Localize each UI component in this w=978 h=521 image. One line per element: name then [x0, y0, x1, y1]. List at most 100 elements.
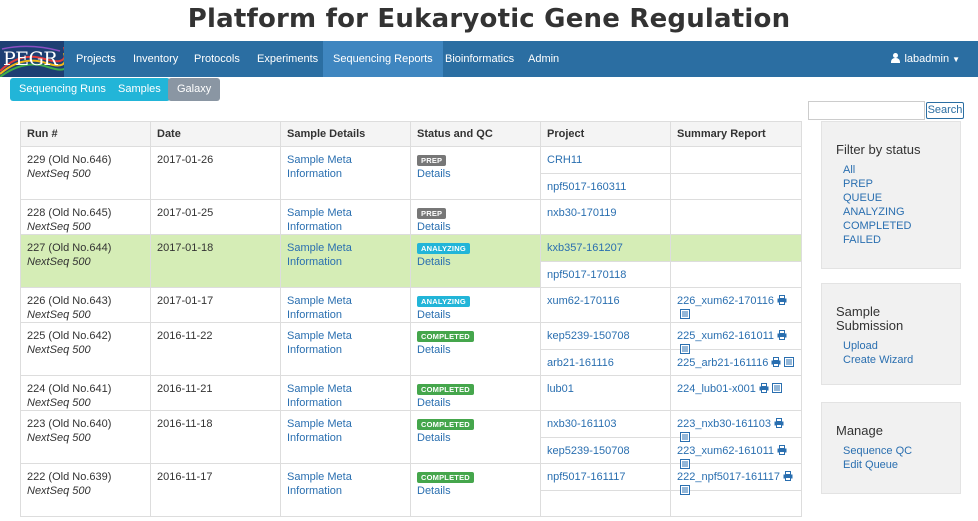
project-link[interactable]: CRH11: [547, 154, 582, 166]
header-run[interactable]: Run #: [20, 121, 151, 147]
project-link[interactable]: xum62-170116: [547, 295, 620, 307]
report-icon[interactable]: [784, 357, 795, 367]
project-link[interactable]: npf5017-160311: [547, 181, 626, 193]
search-button[interactable]: Search: [926, 102, 964, 119]
project-link[interactable]: kep5239-150708: [547, 445, 630, 457]
status-cell: COMPLETED Details: [410, 410, 541, 464]
report-icon[interactable]: [680, 485, 690, 495]
run-number: 227 (Old No.644): [27, 242, 112, 254]
project-link[interactable]: kep5239-150708: [547, 330, 630, 342]
sample-meta-link[interactable]: Sample Meta Information: [287, 207, 352, 233]
printer-icon[interactable]: [759, 383, 769, 393]
project-link[interactable]: npf5017-170118: [547, 269, 626, 281]
summary-report-link[interactable]: 223_xum62-161011: [677, 445, 774, 457]
qc-details-link[interactable]: Details: [417, 485, 451, 497]
summary-report-cell: [670, 199, 802, 235]
project-link[interactable]: arb21-161116: [547, 357, 614, 369]
filter-all[interactable]: All: [836, 163, 946, 177]
header-summary-report[interactable]: Summary Report: [670, 121, 802, 147]
report-icon[interactable]: [680, 309, 690, 319]
edit-queue-link[interactable]: Edit Queue: [836, 458, 946, 472]
nav-inventory[interactable]: Inventory: [123, 41, 188, 77]
nav-bioinformatics[interactable]: Bioinformatics: [435, 41, 524, 77]
project-link[interactable]: nxb30-170119: [547, 207, 617, 219]
qc-details-link[interactable]: Details: [417, 256, 451, 268]
manage-panel: Manage Sequence QC Edit Queue: [821, 402, 961, 494]
sample-meta-link[interactable]: Sample Meta Information: [287, 418, 352, 444]
create-wizard-link[interactable]: Create Wizard: [836, 353, 946, 367]
sample-meta-link[interactable]: Sample Meta Information: [287, 242, 352, 268]
user-menu[interactable]: labadmin ▼: [891, 41, 960, 77]
project-cell-line: [541, 490, 670, 516]
project-cell-line: xum62-170116: [541, 288, 670, 314]
upload-link[interactable]: Upload: [836, 339, 946, 353]
header-status-qc[interactable]: Status and QC: [410, 121, 541, 147]
project-link[interactable]: kxb357-161207: [547, 242, 623, 254]
report-icon[interactable]: [680, 459, 690, 469]
printer-icon[interactable]: [783, 471, 793, 481]
sequence-qc-link[interactable]: Sequence QC: [836, 444, 946, 458]
qc-details-link[interactable]: Details: [417, 168, 451, 180]
printer-icon[interactable]: [771, 357, 781, 367]
run-cell: 225 (Old No.642) NextSeq 500: [20, 322, 151, 376]
nav-admin[interactable]: Admin: [518, 41, 569, 77]
filter-failed[interactable]: FAILED: [836, 233, 946, 247]
summary-report-link[interactable]: 226_xum62-170116: [677, 295, 774, 307]
qc-details-link[interactable]: Details: [417, 309, 451, 321]
subtab-sequencing-runs[interactable]: Sequencing Runs: [10, 78, 115, 101]
summary-report-link[interactable]: 222_npf5017-161117: [677, 471, 780, 483]
sample-meta-link[interactable]: Sample Meta Information: [287, 295, 352, 321]
summary-report-link[interactable]: 225_arb21-161116: [677, 357, 768, 369]
run-number: 228 (Old No.645): [27, 207, 112, 219]
status-cell: COMPLETED Details: [410, 375, 541, 411]
qc-details-link[interactable]: Details: [417, 221, 451, 233]
printer-icon[interactable]: [777, 330, 787, 340]
qc-details-link[interactable]: Details: [417, 432, 451, 444]
sample-meta-link[interactable]: Sample Meta Information: [287, 471, 352, 497]
pegr-logo[interactable]: PEGR: [0, 41, 64, 77]
table-row: 229 (Old No.646) NextSeq 500 2017-01-26 Sam…: [20, 146, 802, 200]
printer-icon[interactable]: [777, 295, 787, 305]
printer-icon[interactable]: [774, 418, 784, 428]
summary-report-link[interactable]: 224_lub01-x001: [677, 383, 756, 395]
nav-projects[interactable]: Projects: [66, 41, 126, 77]
run-number: 229 (Old No.646): [27, 154, 112, 166]
filter-completed[interactable]: COMPLETED: [836, 219, 946, 233]
filter-queue[interactable]: QUEUE: [836, 191, 946, 205]
nav-sequencing-reports[interactable]: Sequencing Reports: [323, 41, 443, 77]
summary-report-cell: 222_npf5017-161117: [670, 463, 802, 517]
sample-meta-link[interactable]: Sample Meta Information: [287, 383, 352, 409]
qc-details-link[interactable]: Details: [417, 344, 451, 356]
summary-report-link[interactable]: 223_nxb30-161103: [677, 418, 771, 430]
nav-protocols[interactable]: Protocols: [184, 41, 250, 77]
subtab-galaxy[interactable]: Galaxy: [168, 78, 221, 101]
header-date[interactable]: Date: [150, 121, 281, 147]
project-cell: nxb30-161103 kep5239-150708: [540, 410, 671, 464]
status-badge: PREP: [417, 155, 447, 166]
sample-details-cell: Sample Meta Information: [280, 463, 411, 517]
header-sample-details[interactable]: Sample Details: [280, 121, 411, 147]
project-link[interactable]: lub01: [547, 383, 574, 395]
report-icon[interactable]: [680, 432, 690, 442]
subtab-samples[interactable]: Samples: [109, 78, 170, 101]
nav-experiments[interactable]: Experiments: [247, 41, 328, 77]
project-link[interactable]: nxb30-161103: [547, 418, 617, 430]
search-input[interactable]: [808, 101, 925, 120]
filter-analyzing[interactable]: ANALYZING: [836, 205, 946, 219]
report-cell-line: [671, 261, 801, 287]
machine-name: NextSeq 500: [27, 168, 91, 180]
filter-prep[interactable]: PREP: [836, 177, 946, 191]
qc-details-link[interactable]: Details: [417, 397, 451, 409]
report-icon[interactable]: [771, 383, 782, 393]
sample-meta-link[interactable]: Sample Meta Information: [287, 330, 352, 356]
project-link[interactable]: npf5017-161117: [547, 471, 626, 483]
printer-icon[interactable]: [777, 445, 787, 455]
sample-meta-link[interactable]: Sample Meta Information: [287, 154, 352, 180]
sample-details-cell: Sample Meta Information: [280, 410, 411, 464]
summary-report-link[interactable]: 225_xum62-161011: [677, 330, 774, 342]
report-cell-line: 226_xum62-170116: [671, 288, 801, 319]
submission-title: Sample Submission: [836, 305, 946, 333]
report-icon[interactable]: [680, 344, 690, 354]
run-cell: 222 (Old No.639) NextSeq 500: [20, 463, 151, 517]
header-project[interactable]: Project: [540, 121, 671, 147]
